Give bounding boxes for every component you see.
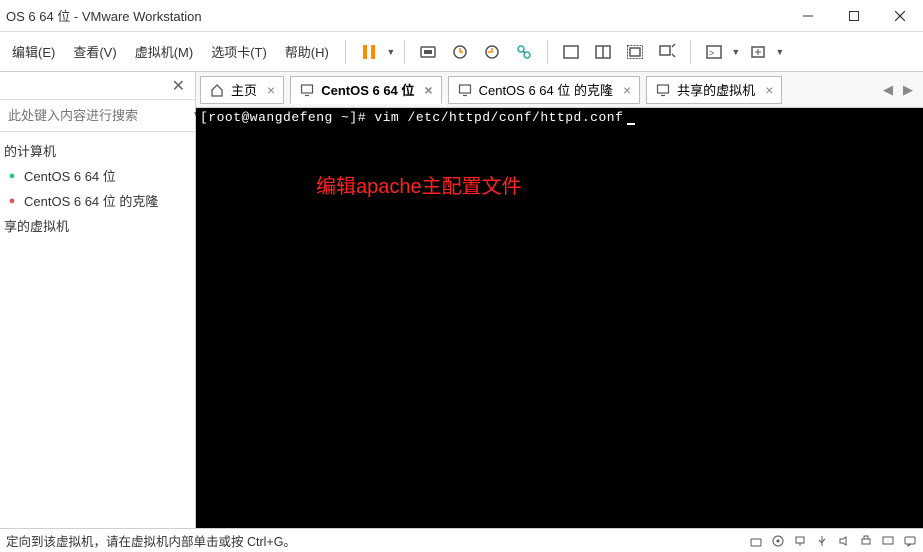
console-dropdown[interactable]: ▼: [731, 47, 741, 57]
tab-centos-clone[interactable]: CentOS 6 64 位 的克隆 ×: [448, 76, 641, 104]
tab-label: 共享的虚拟机: [677, 80, 755, 99]
tree-label: 的计算机: [4, 141, 56, 160]
status-message: 定向到该虚拟机，请在虚拟机内部单击或按 Ctrl+G。: [6, 531, 296, 550]
tab-prev-icon[interactable]: ◀: [879, 80, 897, 100]
separator: [345, 40, 346, 64]
tab-centos[interactable]: CentOS 6 64 位 ×: [290, 76, 441, 104]
sound-icon[interactable]: [837, 534, 851, 548]
tree-label: 享的虚拟机: [4, 216, 69, 235]
vm-stopped-icon: ●: [4, 193, 20, 209]
suspend-dropdown[interactable]: ▼: [386, 47, 396, 57]
tab-close-icon[interactable]: ×: [424, 82, 432, 98]
tab-label: CentOS 6 64 位: [321, 80, 414, 99]
vm-icon: [655, 82, 671, 98]
window-title: OS 6 64 位 - VMware Workstation: [6, 6, 202, 25]
cursor-icon: [627, 123, 635, 125]
menu-help[interactable]: 帮助(H): [277, 38, 337, 65]
tabs-row: 主页 × CentOS 6 64 位 × CentOS 6 64 位 的克隆 ×: [196, 72, 923, 108]
revert-snapshot-icon[interactable]: [477, 37, 507, 67]
library-tree: 的计算机 ● CentOS 6 64 位 ● CentOS 6 64 位 的克隆…: [0, 132, 195, 528]
tab-close-icon[interactable]: ×: [267, 82, 275, 98]
show-console-icon[interactable]: [556, 37, 586, 67]
annotation-text: 编辑apache主配置文件: [316, 170, 522, 199]
separator: [404, 40, 405, 64]
manage-snapshot-icon[interactable]: [509, 37, 539, 67]
vm-running-icon: ●: [4, 168, 20, 184]
snapshot-icon[interactable]: [445, 37, 475, 67]
terminal-prompt-text: [root@wangdefeng ~]# vim /etc/httpd/conf…: [200, 110, 623, 125]
tab-shared[interactable]: 共享的虚拟机 ×: [646, 76, 782, 104]
status-icons: [749, 534, 917, 548]
tree-label: CentOS 6 64 位 的克隆: [24, 191, 158, 210]
titlebar: OS 6 64 位 - VMware Workstation: [0, 0, 923, 32]
tree-item-centos[interactable]: ● CentOS 6 64 位: [0, 163, 195, 188]
message-icon[interactable]: [903, 534, 917, 548]
suspend-icon[interactable]: [354, 37, 384, 67]
tree-item-shared[interactable]: 享的虚拟机: [0, 213, 195, 238]
search-input[interactable]: [4, 104, 188, 127]
network-icon[interactable]: [793, 534, 807, 548]
tab-close-icon[interactable]: ×: [765, 82, 773, 98]
menubar: 编辑(E) 查看(V) 虚拟机(M) 选项卡(T) 帮助(H) ▼ >_ ▼ ▼: [0, 32, 923, 72]
terminal-line: [root@wangdefeng ~]# vim /etc/httpd/conf…: [200, 110, 919, 125]
terminal[interactable]: [root@wangdefeng ~]# vim /etc/httpd/conf…: [196, 108, 923, 528]
separator: [547, 40, 548, 64]
tab-close-icon[interactable]: ×: [623, 82, 631, 98]
tab-label: 主页: [231, 80, 257, 99]
minimize-button[interactable]: [785, 0, 831, 32]
tree-label: CentOS 6 64 位: [24, 166, 116, 185]
tree-item-centos-clone[interactable]: ● CentOS 6 64 位 的克隆: [0, 188, 195, 213]
cd-icon[interactable]: [771, 534, 785, 548]
menu-view[interactable]: 查看(V): [65, 38, 124, 65]
stretch-dropdown[interactable]: ▼: [775, 47, 785, 57]
tab-home[interactable]: 主页 ×: [200, 76, 284, 104]
body: ✕ ▼ 的计算机 ● CentOS 6 64 位 ● CentOS 6 64 位…: [0, 72, 923, 528]
main: 主页 × CentOS 6 64 位 × CentOS 6 64 位 的克隆 ×: [196, 72, 923, 528]
send-ctrlaltdel-icon[interactable]: [413, 37, 443, 67]
tab-label: CentOS 6 64 位 的克隆: [479, 80, 613, 99]
close-button[interactable]: [877, 0, 923, 32]
menu-edit[interactable]: 编辑(E): [4, 38, 63, 65]
window-controls: [785, 0, 923, 32]
unity-icon[interactable]: [652, 37, 682, 67]
tab-next-icon[interactable]: ▶: [899, 80, 917, 100]
search-row: ▼: [0, 100, 195, 132]
home-icon: [209, 82, 225, 98]
maximize-button[interactable]: [831, 0, 877, 32]
stretch-icon[interactable]: [743, 37, 773, 67]
sidebar: ✕ ▼ 的计算机 ● CentOS 6 64 位 ● CentOS 6 64 位…: [0, 72, 196, 528]
tree-item-mycomputer[interactable]: 的计算机: [0, 138, 195, 163]
menu-tabs[interactable]: 选项卡(T): [203, 38, 275, 65]
display-icon[interactable]: [881, 534, 895, 548]
console-toggle-icon[interactable]: >_: [699, 37, 729, 67]
statusbar: 定向到该虚拟机，请在虚拟机内部单击或按 Ctrl+G。: [0, 528, 923, 552]
printer-icon[interactable]: [859, 534, 873, 548]
tabs-nav: ◀ ▶: [879, 80, 923, 100]
usb-icon[interactable]: [815, 534, 829, 548]
vm-icon: [299, 82, 315, 98]
svg-text:>_: >_: [709, 48, 720, 58]
split-view-icon[interactable]: [588, 37, 618, 67]
separator: [690, 40, 691, 64]
menu-vm[interactable]: 虚拟机(M): [127, 38, 202, 65]
sidebar-header: ✕: [0, 72, 195, 100]
fullscreen-icon[interactable]: [620, 37, 650, 67]
close-sidebar-icon[interactable]: ✕: [168, 74, 189, 98]
vm-icon: [457, 82, 473, 98]
disk-icon[interactable]: [749, 534, 763, 548]
